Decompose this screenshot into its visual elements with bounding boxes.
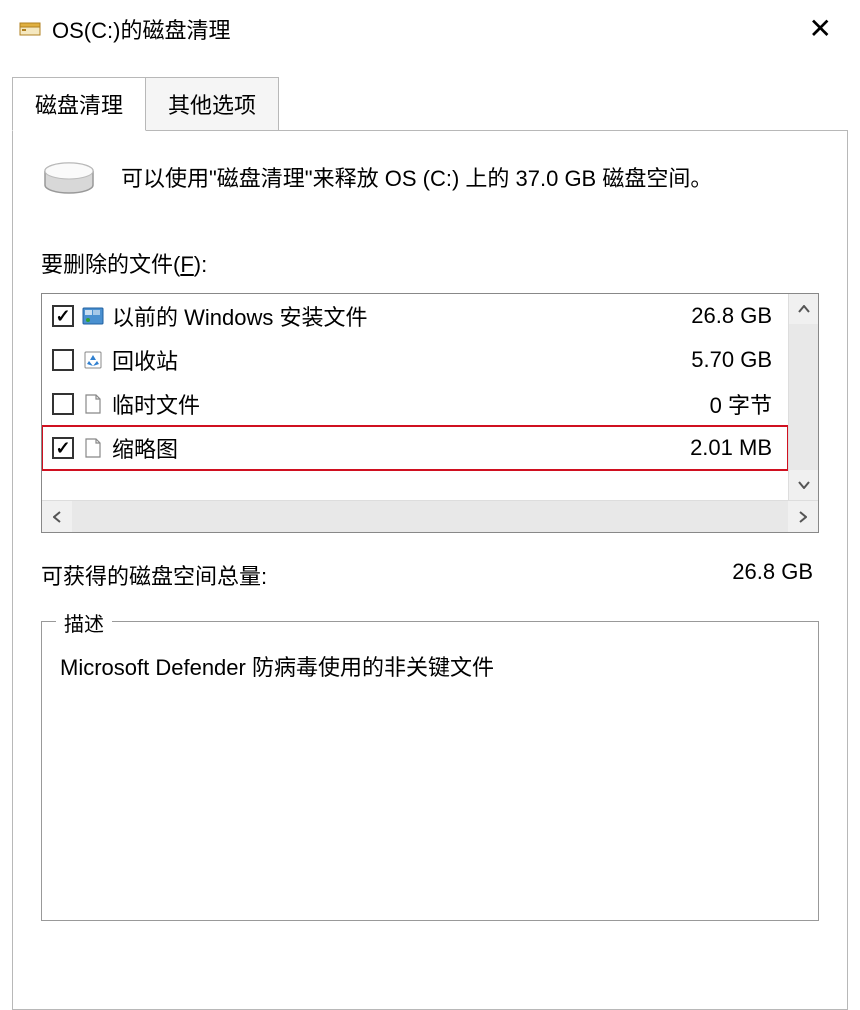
content-area: 磁盘清理 其他选项 可以使用"磁盘清理"来释放 OS (C:) 上的 37.0 … [0, 53, 860, 1010]
file-type-icon [82, 349, 104, 371]
description-legend: 描述 [56, 608, 112, 637]
horizontal-scrollbar[interactable] [42, 500, 818, 532]
vertical-scroll-track[interactable] [789, 324, 818, 470]
file-list: 以前的 Windows 安装文件 26.8 GB 回收站 5.70 GB 临时文件0 字… [41, 293, 819, 533]
file-list-item[interactable]: 临时文件0 字节 [42, 382, 788, 426]
tab-other-options[interactable]: 其他选项 [145, 77, 279, 131]
file-size: 5.70 GB [691, 347, 778, 373]
description-box: 描述 Microsoft Defender 防病毒使用的非关键文件 [41, 621, 819, 921]
file-list-item[interactable]: 回收站 5.70 GB [42, 338, 788, 382]
titlebar: OS(C:)的磁盘清理 ✕ [0, 0, 860, 53]
scroll-left-button[interactable] [42, 501, 72, 532]
file-checkbox[interactable] [52, 305, 74, 327]
file-type-icon [82, 393, 104, 415]
file-label: 回收站 [112, 344, 683, 376]
drive-icon [41, 159, 97, 199]
disk-cleanup-icon [18, 17, 42, 41]
file-label: 缩略图 [112, 432, 682, 464]
horizontal-scroll-track[interactable] [72, 501, 788, 532]
window-title: OS(C:)的磁盘清理 [52, 13, 787, 45]
file-list-item[interactable]: 缩略图 2.01 MB [42, 426, 788, 470]
summary-text: 可以使用"磁盘清理"来释放 OS (C:) 上的 37.0 GB 磁盘空间。 [121, 164, 712, 195]
file-size: 0 字节 [710, 388, 778, 420]
vertical-scrollbar[interactable] [788, 294, 818, 500]
scroll-right-button[interactable] [788, 501, 818, 532]
total-label: 可获得的磁盘空间总量: [41, 559, 267, 591]
file-checkbox[interactable] [52, 349, 74, 371]
file-type-icon [82, 305, 104, 327]
description-text: Microsoft Defender 防病毒使用的非关键文件 [60, 650, 800, 682]
file-list-item[interactable]: 以前的 Windows 安装文件 26.8 GB [42, 294, 788, 338]
file-size: 2.01 MB [690, 435, 778, 461]
file-checkbox[interactable] [52, 437, 74, 459]
total-value: 26.8 GB [732, 559, 813, 591]
file-type-icon [82, 437, 104, 459]
file-size: 26.8 GB [691, 303, 778, 329]
scroll-up-button[interactable] [789, 294, 818, 324]
scroll-down-button[interactable] [789, 470, 818, 500]
total-space-row: 可获得的磁盘空间总量: 26.8 GB [41, 559, 819, 591]
tab-panel-cleanup: 可以使用"磁盘清理"来释放 OS (C:) 上的 37.0 GB 磁盘空间。 要… [12, 130, 848, 1010]
close-button[interactable]: ✕ [797, 12, 844, 45]
file-checkbox[interactable] [52, 393, 74, 415]
summary-row: 可以使用"磁盘清理"来释放 OS (C:) 上的 37.0 GB 磁盘空间。 [41, 159, 819, 199]
tab-cleanup[interactable]: 磁盘清理 [12, 77, 146, 131]
tab-strip: 磁盘清理 其他选项 [12, 77, 848, 131]
files-to-delete-label: 要删除的文件(F): [41, 247, 819, 279]
file-label: 临时文件 [112, 388, 702, 420]
file-label: 以前的 Windows 安装文件 [112, 300, 683, 332]
